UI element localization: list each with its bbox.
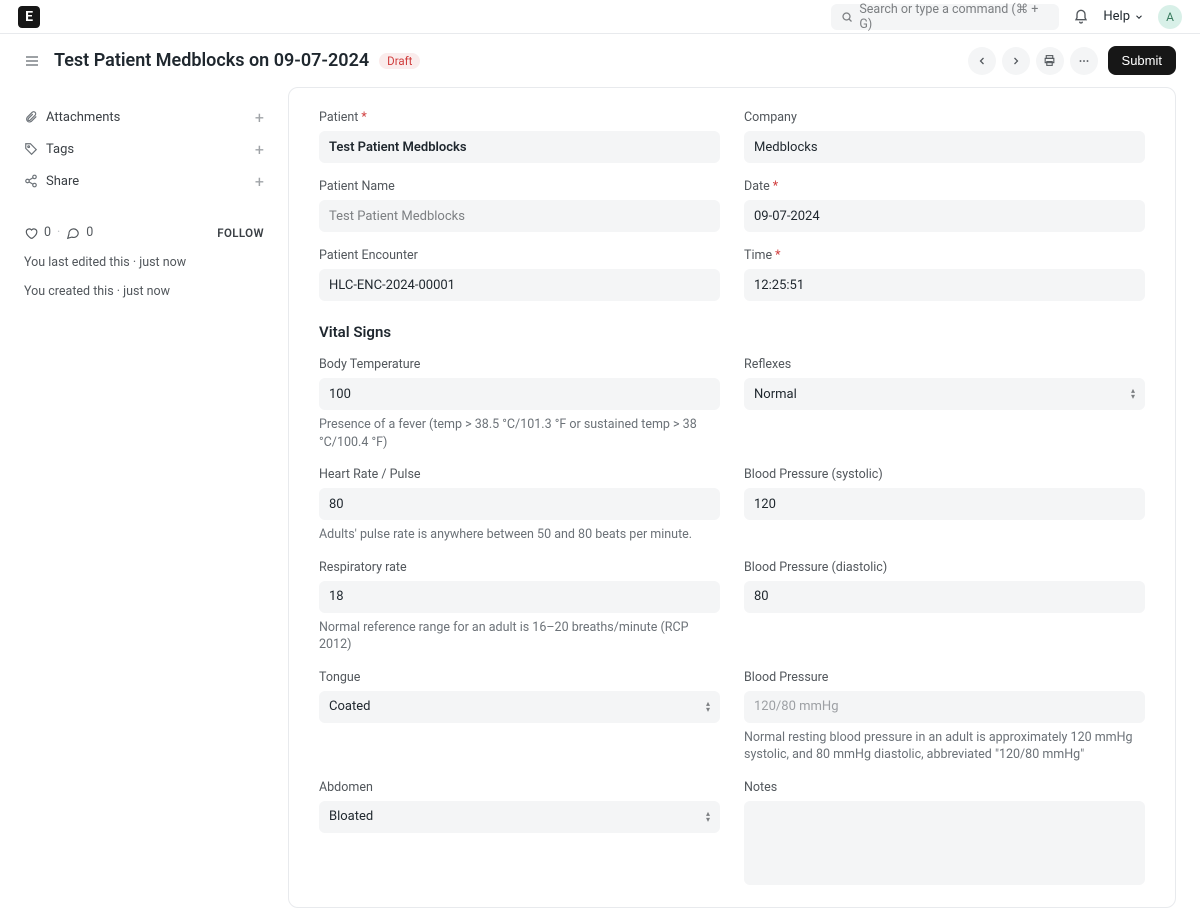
patient-link-input[interactable]: Test Patient Medblocks bbox=[319, 131, 720, 163]
avatar[interactable]: A bbox=[1158, 5, 1182, 29]
field-heart-rate: Heart Rate / Pulse 80 Adults' pulse rate… bbox=[319, 467, 720, 544]
add-share-button[interactable]: + bbox=[255, 172, 264, 191]
date-input[interactable]: 09-07-2024 bbox=[744, 200, 1145, 232]
abdomen-select[interactable]: Bloated ▴▾ bbox=[319, 801, 720, 833]
next-button[interactable] bbox=[1002, 47, 1030, 75]
patient-name-input[interactable]: Test Patient Medblocks bbox=[319, 200, 720, 232]
search-icon bbox=[841, 11, 853, 23]
sidebar-item-label: Attachments bbox=[46, 110, 120, 125]
app-logo[interactable]: E bbox=[18, 6, 40, 28]
bp-combined-input[interactable]: 120/80 mmHg bbox=[744, 691, 1145, 723]
select-caret-icon: ▴▾ bbox=[706, 701, 710, 713]
tag-icon bbox=[24, 142, 38, 156]
sidebar-item-attachments[interactable]: Attachments + bbox=[24, 101, 264, 133]
comment-icon[interactable] bbox=[66, 226, 80, 240]
created-meta: You created this · just now bbox=[24, 283, 194, 302]
field-tongue: Tongue Coated ▴▾ bbox=[319, 670, 720, 764]
heart-icon[interactable] bbox=[24, 226, 38, 240]
more-button[interactable] bbox=[1070, 47, 1098, 75]
chevron-down-icon bbox=[1134, 12, 1144, 22]
sidebar-item-label: Tags bbox=[46, 142, 74, 157]
field-encounter: Patient Encounter HLC-ENC-2024-00001 bbox=[319, 248, 720, 301]
company-input[interactable]: Medblocks bbox=[744, 131, 1145, 163]
tongue-select[interactable]: Coated ▴▾ bbox=[319, 691, 720, 723]
status-badge: Draft bbox=[379, 53, 420, 69]
sidebar-item-share[interactable]: Share + bbox=[24, 165, 264, 197]
bp-systolic-input[interactable]: 120 bbox=[744, 488, 1145, 520]
heart-rate-input[interactable]: 80 bbox=[319, 488, 720, 520]
field-body-temperature: Body Temperature 100 Presence of a fever… bbox=[319, 357, 720, 451]
reflexes-select[interactable]: Normal ▴▾ bbox=[744, 378, 1145, 410]
submit-button[interactable]: Submit bbox=[1108, 46, 1176, 75]
help-label: Help bbox=[1103, 9, 1130, 24]
notifications-button[interactable] bbox=[1073, 9, 1089, 25]
field-company: Company Medblocks bbox=[744, 110, 1145, 163]
section-vital-signs: Vital Signs bbox=[319, 323, 1145, 341]
field-reflexes: Reflexes Normal ▴▾ bbox=[744, 357, 1145, 451]
respiratory-rate-input[interactable]: 18 bbox=[319, 581, 720, 613]
field-patient-name: Patient Name Test Patient Medblocks bbox=[319, 179, 720, 232]
help-menu[interactable]: Help bbox=[1103, 9, 1144, 24]
field-notes: Notes bbox=[744, 780, 1145, 885]
paperclip-icon bbox=[24, 110, 38, 124]
bp-diastolic-input[interactable]: 80 bbox=[744, 581, 1145, 613]
last-edited-meta: You last edited this · just now bbox=[24, 254, 194, 273]
menu-toggle-icon[interactable] bbox=[24, 53, 40, 69]
comments-count: 0 bbox=[86, 225, 93, 240]
share-icon bbox=[24, 174, 38, 188]
field-bp-diastolic: Blood Pressure (diastolic) 80 bbox=[744, 560, 1145, 654]
page-title: Test Patient Medblocks on 09-07-2024 bbox=[54, 50, 369, 71]
add-tag-button[interactable]: + bbox=[255, 140, 264, 159]
encounter-input[interactable]: HLC-ENC-2024-00001 bbox=[319, 269, 720, 301]
search-input[interactable]: Search or type a command (⌘ + G) bbox=[831, 4, 1059, 30]
print-button[interactable] bbox=[1036, 47, 1064, 75]
follow-button[interactable]: FOLLOW bbox=[217, 226, 264, 240]
select-caret-icon: ▴▾ bbox=[706, 811, 710, 823]
field-patient: Patient* Test Patient Medblocks bbox=[319, 110, 720, 163]
prev-button[interactable] bbox=[968, 47, 996, 75]
field-date: Date* 09-07-2024 bbox=[744, 179, 1145, 232]
field-respiratory-rate: Respiratory rate 18 Normal reference ran… bbox=[319, 560, 720, 654]
likes-count: 0 bbox=[44, 225, 51, 240]
time-input[interactable]: 12:25:51 bbox=[744, 269, 1145, 301]
field-bp-systolic: Blood Pressure (systolic) 120 bbox=[744, 467, 1145, 544]
sidebar-item-tags[interactable]: Tags + bbox=[24, 133, 264, 165]
notes-textarea[interactable] bbox=[744, 801, 1145, 885]
add-attachment-button[interactable]: + bbox=[255, 108, 264, 127]
field-time: Time* 12:25:51 bbox=[744, 248, 1145, 301]
search-placeholder: Search or type a command (⌘ + G) bbox=[859, 1, 1049, 32]
select-caret-icon: ▴▾ bbox=[1131, 388, 1135, 400]
field-bp-combined: Blood Pressure 120/80 mmHg Normal restin… bbox=[744, 670, 1145, 764]
body-temperature-input[interactable]: 100 bbox=[319, 378, 720, 410]
field-abdomen: Abdomen Bloated ▴▾ bbox=[319, 780, 720, 885]
sidebar-item-label: Share bbox=[46, 174, 79, 189]
